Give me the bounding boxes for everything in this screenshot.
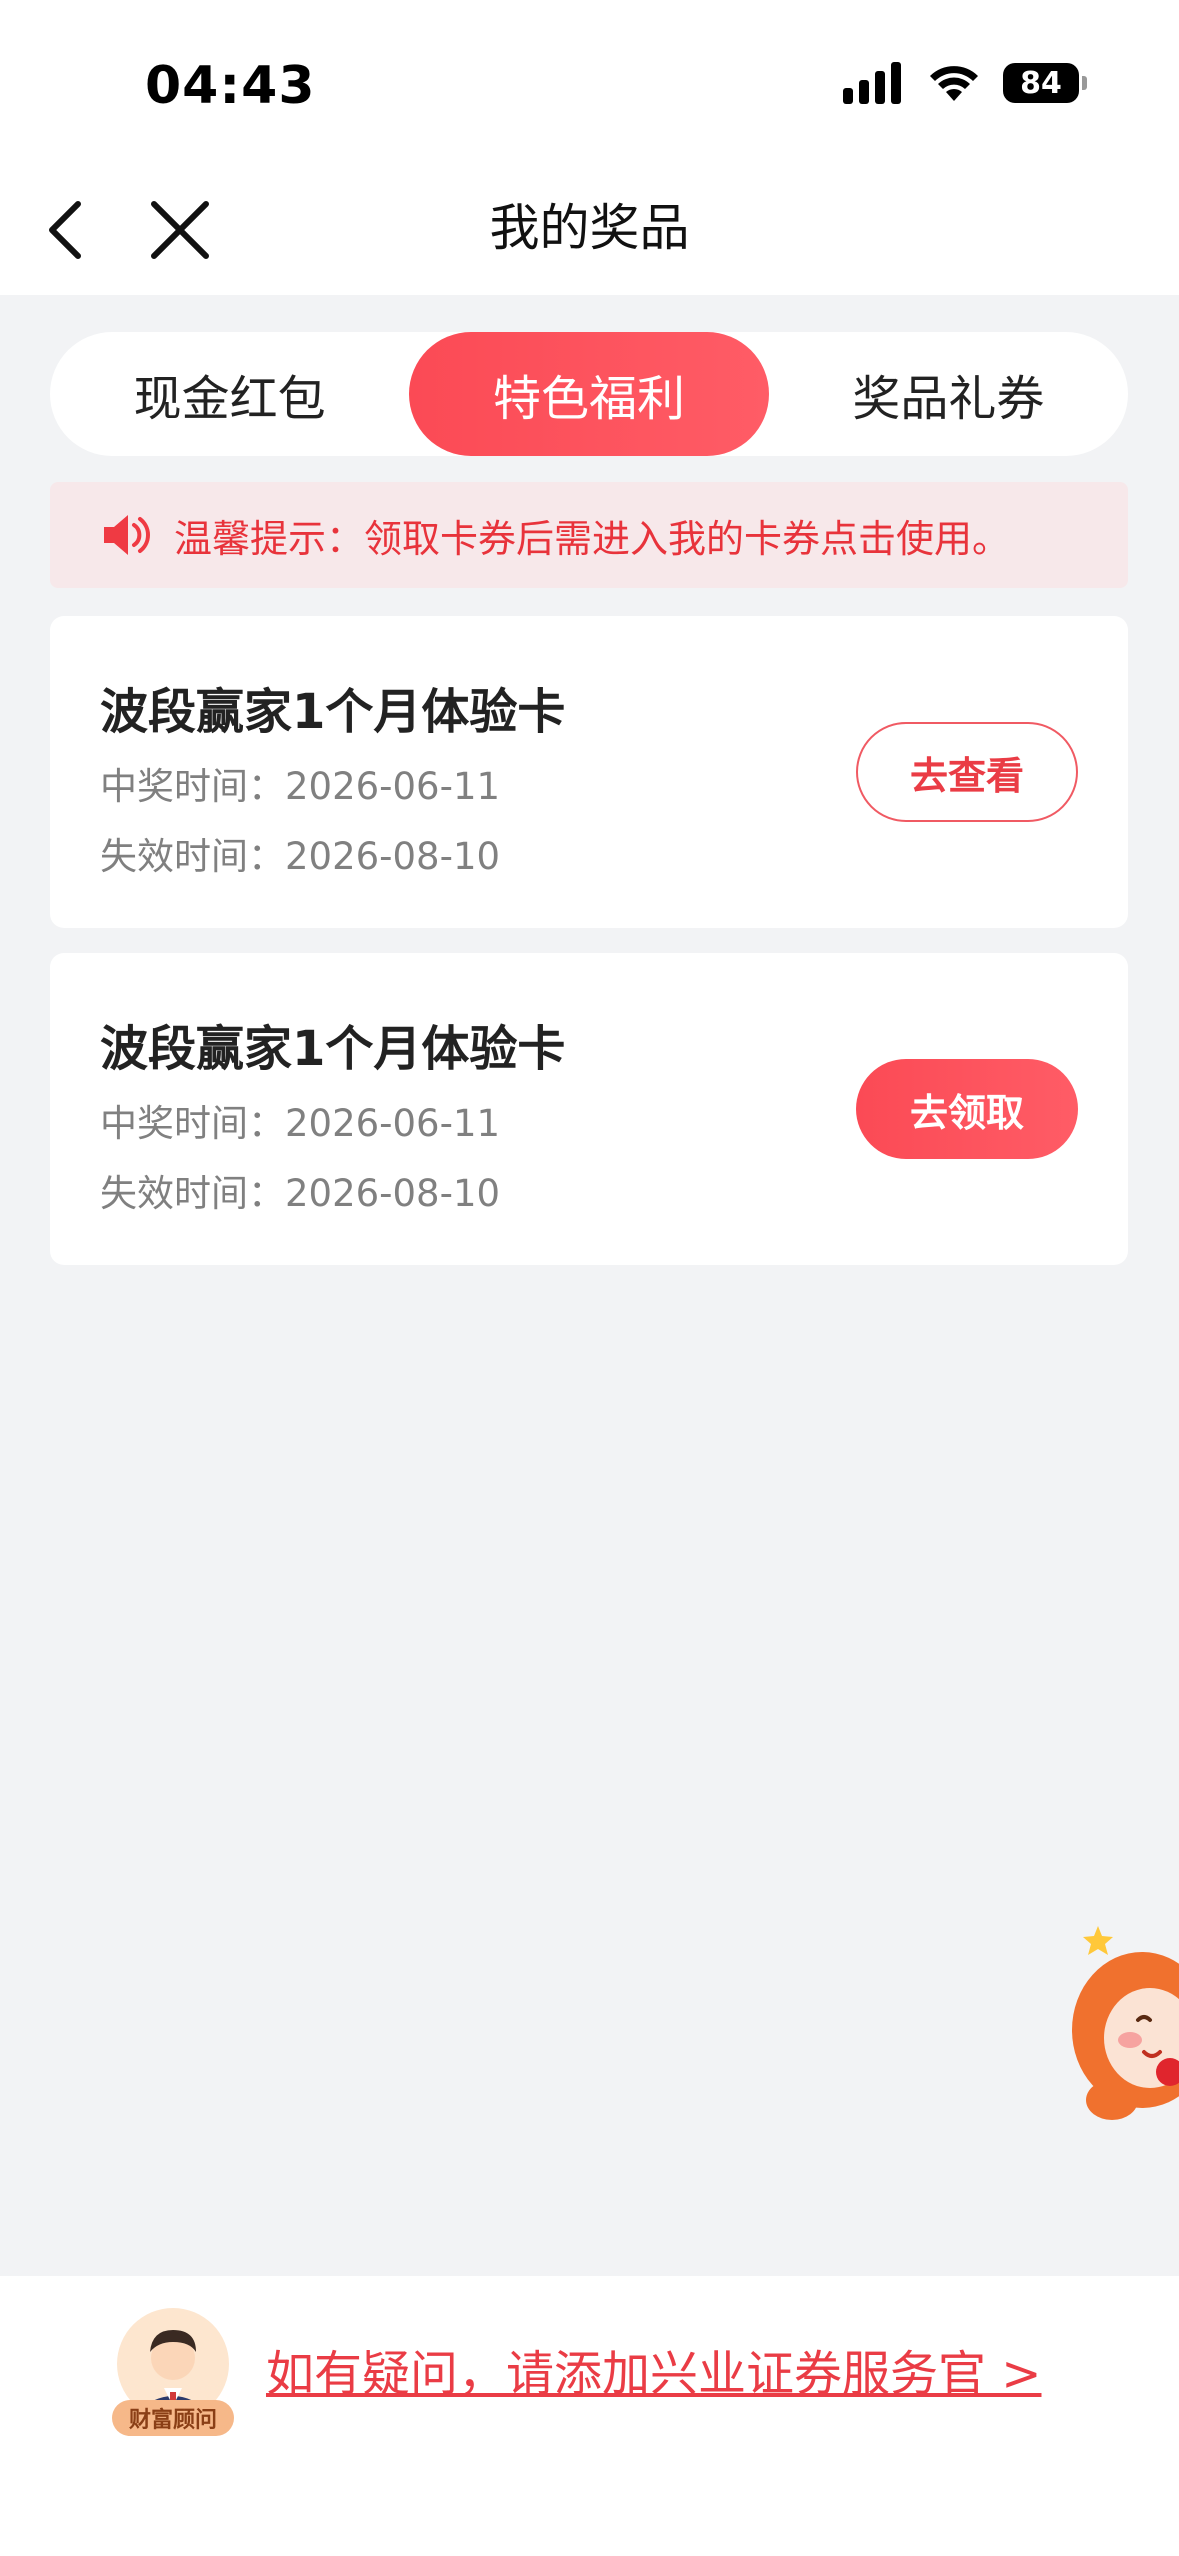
speaker-icon: [104, 515, 150, 555]
claim-button[interactable]: 去领取: [856, 1059, 1078, 1159]
tab-prize-coupons[interactable]: 奖品礼券: [769, 332, 1128, 456]
prize-card: 波段赢家1个月体验卡 中奖时间：2026-06-11 失效时间：2026-08-…: [50, 616, 1128, 928]
notice-banner: 温馨提示：领取卡券后需进入我的卡券点击使用。: [50, 482, 1128, 588]
page: 04:43 84 我的奖品 现金红包 特色福利 奖品礼券 温馨提示：领取卡券后需…: [0, 0, 1179, 2556]
advisor-badge: 财富顾问: [112, 2400, 234, 2436]
tab-cash-red-packet[interactable]: 现金红包: [50, 332, 409, 456]
prize-expire-time: 失效时间：2026-08-10: [100, 835, 501, 878]
mascot-icon[interactable]: [1072, 1920, 1179, 2130]
tab-special-benefits[interactable]: 特色福利: [409, 332, 769, 456]
tab-bar: 现金红包 特色福利 奖品礼券: [50, 332, 1128, 456]
status-icons: 84: [843, 62, 1087, 104]
prize-card: 波段赢家1个月体验卡 中奖时间：2026-06-11 失效时间：2026-08-…: [50, 953, 1128, 1265]
page-title: 我的奖品: [489, 199, 690, 257]
prize-win-time: 中奖时间：2026-06-11: [100, 1102, 501, 1145]
prize-expire-time: 失效时间：2026-08-10: [100, 1172, 501, 1215]
battery-indicator: 84: [1003, 63, 1087, 103]
wifi-icon: [930, 66, 978, 101]
prize-win-time: 中奖时间：2026-06-11: [100, 765, 501, 808]
status-bar: 04:43 84: [0, 0, 1179, 160]
advisor-avatar[interactable]: 财富顾问: [112, 2306, 234, 2436]
nav-bar: 我的奖品: [0, 160, 1179, 295]
prize-title: 波段赢家1个月体验卡: [100, 684, 566, 740]
prize-title: 波段赢家1个月体验卡: [100, 1021, 566, 1077]
contact-service-link[interactable]: 如有疑问，请添加兴业证券服务官 >: [266, 2334, 1041, 2404]
status-time: 04:43: [145, 56, 316, 116]
bottom-bar: 财富顾问 如有疑问，请添加兴业证券服务官 >: [0, 2276, 1179, 2556]
signal-icon: [843, 62, 901, 104]
view-button[interactable]: 去查看: [856, 722, 1078, 822]
notice-text: 温馨提示：领取卡券后需进入我的卡券点击使用。: [174, 516, 1011, 561]
